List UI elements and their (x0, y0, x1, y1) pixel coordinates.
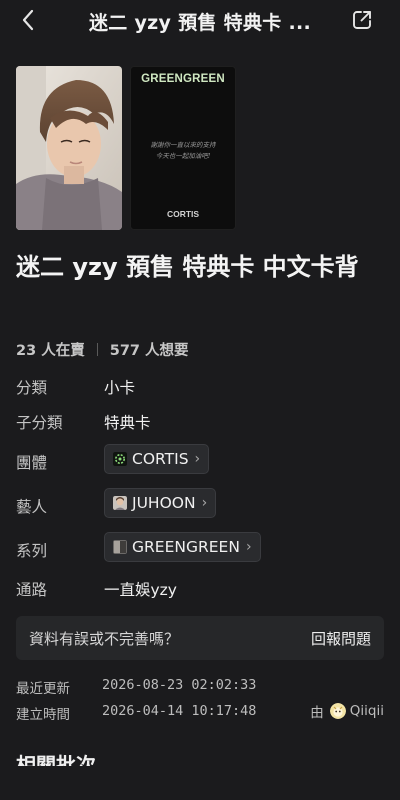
chevron-right-icon: › (201, 495, 208, 511)
series-thumbnail-icon (113, 540, 127, 554)
photo-card-portrait (16, 66, 122, 230)
card-back-message: 謝謝你一直以來的支持 (150, 141, 216, 149)
group-chip-label: CORTIS (132, 450, 189, 468)
group-label: 團體 (16, 454, 48, 472)
stats-row: 23 人在賣 577 人想要 (16, 339, 189, 360)
share-button[interactable] (348, 6, 376, 34)
related-section-title: 相關批次 (16, 753, 96, 766)
card-back-image[interactable]: GREENGREEN 謝謝你一直以來的支持 今天也一起加油吧! CORTIS (130, 66, 236, 230)
report-bar: 資料有誤或不完善嗎？ 回報問題 (16, 616, 384, 660)
group-chip[interactable]: CORTIS › (104, 444, 210, 474)
page-title: 迷二 yzy 預售 特典卡 ... (88, 12, 312, 34)
artist-avatar-icon (113, 496, 127, 510)
share-icon (353, 11, 371, 29)
updated-label: 最近更新 (16, 681, 70, 697)
creator-prefix: 由 (310, 705, 324, 721)
category-value: 小卡 (104, 379, 136, 397)
report-question: 資料有誤或不完善嗎？ (29, 630, 180, 648)
artist-label: 藝人 (16, 498, 48, 516)
subcategory-label: 子分類 (16, 414, 63, 432)
chevron-left-icon (22, 9, 34, 31)
channel-label: 通路 (16, 581, 48, 599)
channel-value: 一直娛yzy (104, 581, 177, 599)
selling-count: 23 人在賣 (16, 343, 85, 359)
chevron-right-icon: › (194, 451, 201, 467)
series-chip[interactable]: GREENGREEN › (104, 532, 261, 562)
card-back-brand: GREENGREEN (141, 73, 225, 85)
report-issue-button[interactable]: 回報問題 (311, 628, 371, 649)
series-chip-label: GREENGREEN (132, 538, 240, 556)
category-label: 分類 (16, 379, 48, 397)
product-title: 迷二 yzy 預售 特典卡 中文卡背 (16, 253, 359, 281)
creator-avatar (329, 703, 346, 719)
back-button[interactable] (14, 6, 42, 34)
created-label: 建立時間 (16, 707, 70, 723)
chevron-right-icon: › (245, 539, 252, 555)
wanting-count: 577 人想要 (109, 343, 189, 359)
creator-info[interactable]: 由 Qiiqii (310, 701, 384, 721)
subcategory-value: 特典卡 (104, 414, 151, 432)
cortis-logo-icon (113, 452, 127, 466)
card-back-message: 今天也一起加油吧! (155, 152, 211, 160)
top-bar: 迷二 yzy 預售 特典卡 ... (0, 0, 400, 42)
divider (96, 343, 98, 356)
artist-chip[interactable]: JUHOON › (104, 488, 217, 518)
card-front-image[interactable] (16, 66, 122, 230)
updated-value: 2026-08-23 02:02:33 (102, 677, 257, 693)
created-value: 2026-04-14 10:17:48 (102, 703, 257, 719)
series-label: 系列 (16, 542, 48, 560)
creator-name: Qiiqii (349, 703, 384, 719)
artist-chip-label: JUHOON (132, 494, 196, 512)
card-back-label: CORTIS (166, 209, 200, 219)
